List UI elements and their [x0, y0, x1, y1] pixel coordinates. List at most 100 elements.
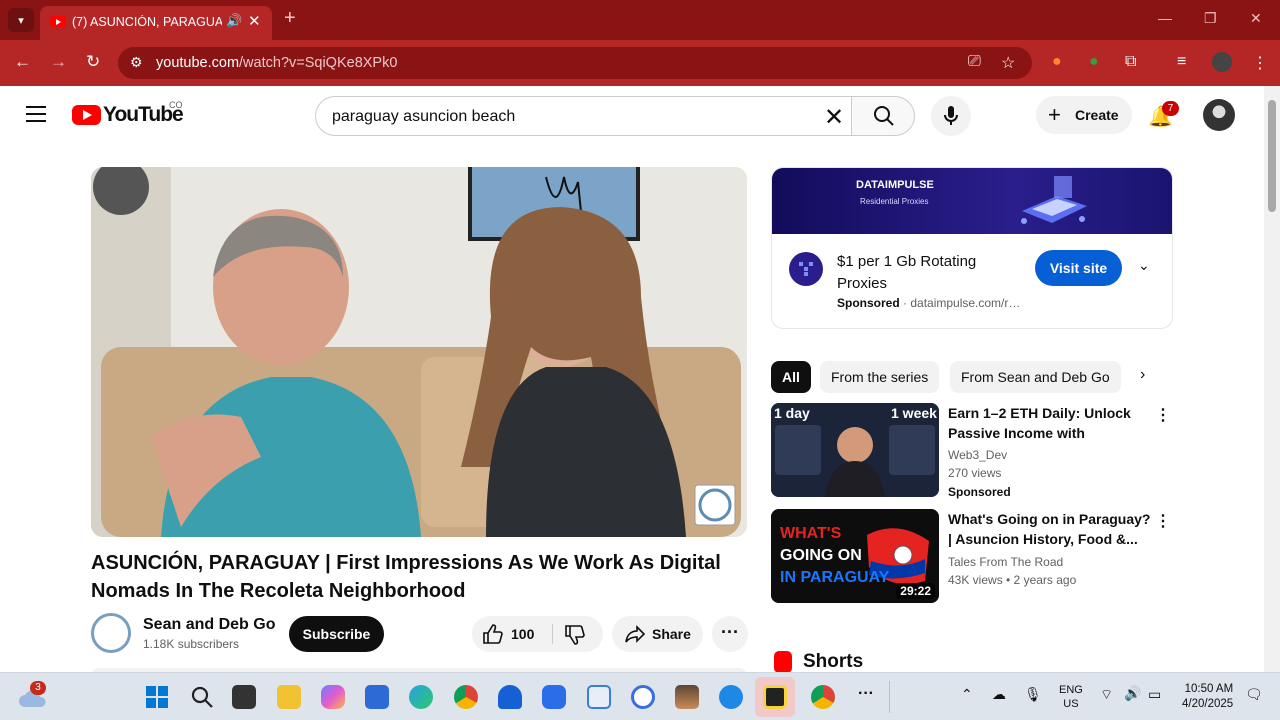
input-language[interactable]: ENG US: [1059, 683, 1083, 711]
recommendation-title[interactable]: What's Going on in Paraguay? | Asuncion …: [948, 509, 1153, 549]
wifi-icon[interactable]: ⌔: [1100, 686, 1113, 704]
chrome-browser-icon[interactable]: [454, 685, 478, 709]
clock-time: 10:50 AM: [1184, 683, 1234, 695]
sticky-notes-icon[interactable]: [763, 685, 787, 709]
chip-from-the-series[interactable]: From the series: [820, 361, 940, 393]
ad-card[interactable]: DATAIMPULSE Residential Proxies $1 per 1…: [771, 167, 1173, 329]
microsoft-store-icon[interactable]: [365, 685, 389, 709]
media-controls-icon[interactable]: ≡: [1177, 53, 1186, 71]
subscribe-button[interactable]: Subscribe: [289, 616, 384, 652]
language-code: ENG: [1059, 684, 1083, 696]
share-arrow-icon: [625, 625, 646, 643]
like-thumbs-up-icon[interactable]: [482, 623, 504, 645]
browser-menu-icon[interactable]: ⋮: [1252, 53, 1268, 73]
share-button[interactable]: Share: [612, 616, 703, 652]
chrome-profile-icon[interactable]: [811, 685, 835, 709]
laptop-illustration-icon: [1021, 176, 1087, 224]
scrollbar-thumb[interactable]: [1268, 100, 1276, 212]
new-tab-button[interactable]: +: [284, 8, 296, 28]
recommendation-menu-icon[interactable]: ⋮: [1155, 405, 1171, 425]
task-view-icon[interactable]: [232, 685, 256, 709]
url-path: /watch?v=SqiQKe8XPk0: [239, 55, 398, 71]
ad-headline[interactable]: $1 per 1 Gb Rotating Proxies: [837, 251, 1027, 295]
thumb-text-line1: WHAT'S: [780, 525, 842, 542]
chip-from-channel[interactable]: From Sean and Deb Go: [950, 361, 1121, 393]
guide-menu-icon[interactable]: [26, 106, 46, 122]
chip-all[interactable]: All: [771, 361, 811, 393]
input-indicator-icon[interactable]: 🎙: [1024, 686, 1042, 703]
search-icon[interactable]: [190, 685, 214, 709]
ad-advertiser-logo[interactable]: [789, 252, 823, 286]
remote-desktop-icon[interactable]: [542, 685, 566, 709]
network-status-icon[interactable]: ☁: [992, 686, 1006, 703]
close-window-button[interactable]: ✕: [1250, 10, 1262, 27]
channel-name[interactable]: Sean and Deb Go: [143, 616, 275, 634]
tab-search-button[interactable]: ▾: [8, 8, 34, 32]
language-region: US: [1063, 698, 1079, 710]
url-text[interactable]: youtube.com/watch?v=SqiQKe8XPk0: [156, 55, 397, 71]
page-scrollbar[interactable]: [1264, 86, 1280, 672]
tab-close-icon[interactable]: ✕: [248, 12, 261, 30]
address-bar[interactable]: ⚙ youtube.com/watch?v=SqiQKe8XPk0 ⎚ ☆: [118, 47, 1032, 79]
extensions-puzzle-icon[interactable]: ⧉: [1125, 53, 1136, 71]
clear-search-icon[interactable]: ✕: [824, 103, 844, 132]
url-host: youtube.com: [156, 55, 240, 71]
like-count[interactable]: 100: [511, 626, 534, 642]
recommendation-channel[interactable]: Web3_Dev: [948, 448, 1007, 462]
battery-icon[interactable]: ▭: [1148, 686, 1161, 703]
recommendation-menu-icon[interactable]: ⋮: [1155, 511, 1171, 531]
thumb-label-left: 1 day: [774, 405, 810, 421]
forward-button[interactable]: →: [50, 52, 67, 72]
reload-button[interactable]: ↻: [86, 52, 100, 72]
ad-expand-chevron-icon[interactable]: ⌄: [1138, 257, 1150, 274]
snipping-tool-icon[interactable]: [587, 685, 611, 709]
more-actions-button[interactable]: ···: [712, 616, 748, 652]
browser-tab-strip: ▾ (7) ASUNCIÓN, PARAGUAY | 🔊 ✕ + — ❐ ✕: [0, 0, 1280, 40]
restore-window-button[interactable]: ❐: [1204, 10, 1217, 27]
vpn-app-icon[interactable]: [498, 685, 522, 709]
search-input[interactable]: paraguay asuncion beach ✕: [315, 96, 851, 136]
file-explorer-icon[interactable]: [277, 685, 301, 709]
ad-banner-image[interactable]: DATAIMPULSE Residential Proxies: [772, 168, 1172, 234]
channel-avatar[interactable]: [91, 613, 131, 653]
dataimpulse-logo-icon: [799, 262, 813, 276]
browser-tab-active[interactable]: (7) ASUNCIÓN, PARAGUAY | 🔊 ✕: [40, 6, 272, 40]
recommendation-channel[interactable]: Tales From The Road: [948, 555, 1063, 569]
system-clock[interactable]: 10:50 AM 4/20/2025: [1182, 682, 1233, 712]
taskbar-overflow-icon[interactable]: ···: [858, 685, 874, 703]
recommendation-thumbnail[interactable]: WHAT'S GOING ON IN PARAGUAY 29:22: [771, 509, 939, 603]
photos-app-icon[interactable]: [675, 685, 699, 709]
notification-center-icon[interactable]: 🗨: [1245, 686, 1263, 703]
search-button[interactable]: [851, 96, 915, 136]
translate-app-icon[interactable]: [719, 685, 743, 709]
create-button[interactable]: + Create: [1036, 96, 1132, 134]
recommendation-sponsored-badge: Sponsored: [948, 485, 1011, 499]
windows-start-icon[interactable]: [145, 685, 169, 709]
video-player[interactable]: [91, 167, 747, 537]
install-app-icon[interactable]: ⎚: [968, 53, 981, 71]
show-hidden-icons-chevron-icon[interactable]: ⌃: [961, 686, 973, 703]
shorts-section-title: Shorts: [803, 651, 864, 672]
tab-audio-icon[interactable]: 🔊: [226, 13, 242, 29]
app-circle-icon[interactable]: [631, 685, 655, 709]
bookmark-star-icon[interactable]: ☆: [1001, 53, 1015, 73]
site-info-icon[interactable]: ⚙: [130, 54, 143, 71]
dislike-thumbs-down-icon[interactable]: [564, 624, 586, 646]
voice-search-button[interactable]: [931, 96, 971, 136]
extension-icon[interactable]: ●: [1052, 53, 1062, 71]
visit-site-button[interactable]: Visit site: [1035, 250, 1122, 286]
volume-icon[interactable]: 🔊: [1124, 685, 1141, 702]
profile-avatar-icon[interactable]: [1212, 52, 1232, 72]
youtube-logo-icon[interactable]: [72, 105, 101, 125]
chips-next-chevron-icon[interactable]: ›: [1140, 366, 1145, 384]
edge-browser-icon[interactable]: [409, 685, 433, 709]
back-button[interactable]: ←: [14, 52, 31, 72]
tab-title: (7) ASUNCIÓN, PARAGUAY |: [72, 15, 222, 29]
recommendation-thumbnail[interactable]: 1 day 1 week: [771, 403, 939, 497]
copilot-icon[interactable]: [321, 685, 345, 709]
recommendation-title[interactable]: Earn 1–2 ETH Daily: Unlock Passive Incom…: [948, 403, 1153, 443]
extension-phone-icon[interactable]: ●: [1089, 53, 1099, 71]
account-avatar[interactable]: [1203, 99, 1235, 131]
ad-domain: dataimpulse.com/r…: [910, 296, 1021, 310]
minimize-window-button[interactable]: —: [1158, 10, 1172, 26]
